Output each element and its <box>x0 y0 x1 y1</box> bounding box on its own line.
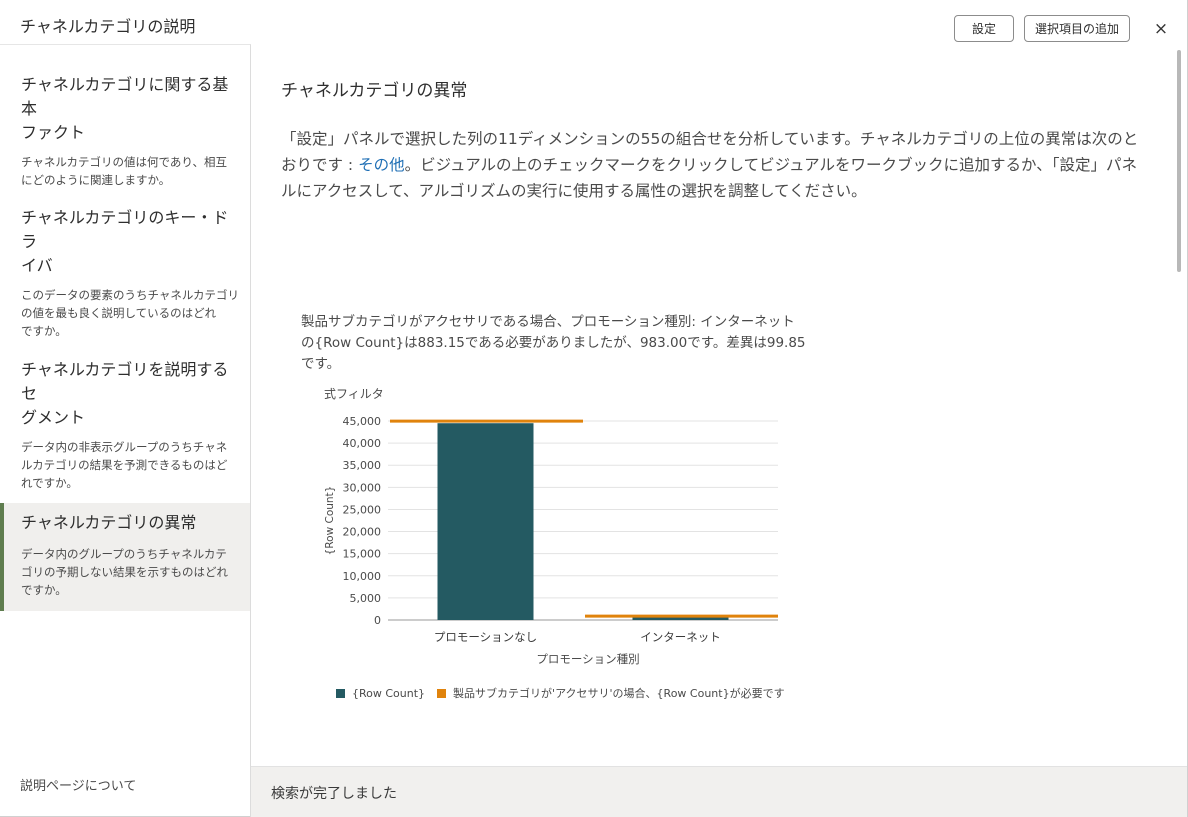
sidebar-item-title-line: チャネルカテゴリの異常 <box>21 513 197 532</box>
sidebar-item-desc-line: ルカテゴリの結果を予測できるものはど <box>21 458 228 472</box>
sidebar-item-description: データ内の非表示グループのうちチャネ ルカテゴリの結果を予測できるものはど れで… <box>21 438 244 492</box>
sidebar-item-description: データ内のグループのうちチャネルカテ ゴリの予期しない結果を示すものはどれ です… <box>21 545 244 599</box>
sidebar-item-title-line: チャネルカテゴリのキー・ドラ <box>21 208 229 251</box>
x-axis-title: プロモーション種別 <box>536 652 639 666</box>
legend-item[interactable]: {Row Count} <box>336 687 425 700</box>
sidebar-item-segments[interactable]: チャネルカテゴリを説明するセ グメント データ内の非表示グループのうちチャネ ル… <box>0 358 250 498</box>
anomaly-bar-chart[interactable]: 0 5,000 10,000 15,000 20,000 25,000 30,000 35,0… <box>300 400 800 675</box>
add-selected-button[interactable]: 選択項目の追加 <box>1024 15 1130 42</box>
legend-swatch <box>437 688 447 698</box>
sidebar-item-title: チャネルカテゴリに関する基本 ファクト <box>21 73 244 145</box>
sidebar-item-title: チャネルカテゴリを説明するセ グメント <box>21 358 244 430</box>
sidebar-item-title-line: グメント <box>21 408 86 427</box>
anomaly-description: 「設定」パネルで選択した列の11ディメンションの55の組合せを分析しています。チ… <box>281 126 1151 204</box>
sidebar-item-desc-line: ですか。 <box>21 583 67 597</box>
page-title: チャネルカテゴリの異常 <box>281 81 468 101</box>
legend-label: {Row Count} <box>352 686 426 700</box>
sidebar-item-description: チャネルカテゴリの値は何であり、相互 にどのように関連しますか。 <box>21 153 244 189</box>
sidebar-item-desc-line: ゴリの予期しない結果を示すものはどれ <box>21 565 228 579</box>
dialog-title: チャネルカテゴリの説明 <box>20 17 196 36</box>
sidebar-item-title-line: チャネルカテゴリを説明するセ <box>21 360 229 403</box>
description-text: 。ビジュアルの上のチェックマークをクリックしてビジュアルをワークブックに追加する… <box>281 156 1137 200</box>
chart-legend: {Row Count} 製品サブカテゴリが'アクセサリ'の場合、{Row Cou… <box>336 685 797 701</box>
sidebar-item-desc-line: の値を最も良く説明しているのはどれ <box>21 306 217 320</box>
y-tick-label: 5,000 <box>350 592 382 605</box>
sidebar-item-title: チャネルカテゴリのキー・ドラ イバ <box>21 206 244 278</box>
settings-button[interactable]: 設定 <box>954 15 1014 42</box>
status-bar: 検索が完了しました <box>251 766 1187 817</box>
legend-swatch <box>336 688 345 698</box>
sidebar-item-title: チャネルカテゴリの異常 <box>21 511 244 535</box>
y-tick-label: 30,000 <box>343 481 382 494</box>
sidebar-item-basic-facts[interactable]: チャネルカテゴリに関する基本 ファクト チャネルカテゴリの値は何であり、相互 に… <box>0 73 250 193</box>
x-tick-label: インターネット <box>640 630 721 644</box>
y-tick-label: 40,000 <box>343 437 382 450</box>
legend-item[interactable]: 製品サブカテゴリが'アクセサリ'の場合、{Row Count}が必要です <box>437 685 785 701</box>
y-tick-label: 10,000 <box>343 570 382 583</box>
close-icon[interactable]: × <box>1151 19 1171 39</box>
dialog-header: チャネルカテゴリの説明 設定 選択項目の追加 × <box>0 0 1188 44</box>
y-axis-title: {Row Count} <box>324 486 336 556</box>
bar <box>437 423 534 620</box>
other-link[interactable]: その他 <box>358 156 405 174</box>
sidebar-item-desc-line: このデータの要素のうちチャネルカテゴリ <box>21 288 240 302</box>
sidebar-item-desc-line: ですか。 <box>21 324 67 338</box>
sidebar-item-desc-line: データ内の非表示グループのうちチャネ <box>21 440 228 454</box>
scrollbar-thumb[interactable] <box>1177 50 1181 272</box>
sidebar-item-title-line: イバ <box>21 256 53 275</box>
x-tick-label: プロモーションなし <box>434 630 537 644</box>
chart-caption: 製品サブカテゴリがアクセサリである場合、プロモーション種別: インターネットの{… <box>301 314 806 372</box>
y-tick-label: 20,000 <box>343 526 382 539</box>
sidebar-item-anomalies[interactable]: チャネルカテゴリの異常 データ内のグループのうちチャネルカテ ゴリの予期しない結… <box>0 503 250 611</box>
sidebar-item-description: このデータの要素のうちチャネルカテゴリ の値を最も良く説明しているのはどれ です… <box>21 286 244 340</box>
y-tick-label: 25,000 <box>343 503 382 516</box>
sidebar-item-desc-line: れですか。 <box>21 476 78 490</box>
sidebar-item-key-drivers[interactable]: チャネルカテゴリのキー・ドラ イバ このデータの要素のうちチャネルカテゴリ の値… <box>0 206 250 346</box>
about-explain-link[interactable]: 説明ページについて <box>20 775 136 794</box>
y-tick-label: 0 <box>374 614 381 627</box>
sidebar-item-desc-line: にどのように関連しますか。 <box>21 173 171 187</box>
sidebar-item-desc-line: チャネルカテゴリの値は何であり、相互 <box>21 155 227 169</box>
sidebar-item-title-line: チャネルカテゴリに関する基本 <box>21 75 229 118</box>
y-tick-label: 45,000 <box>343 415 382 428</box>
sidebar-item-title-line: ファクト <box>21 123 86 142</box>
sidebar-item-desc-line: データ内のグループのうちチャネルカテ <box>21 547 227 561</box>
legend-label: 製品サブカテゴリが'アクセサリ'の場合、{Row Count}が必要です <box>453 687 785 700</box>
y-tick-label: 35,000 <box>343 459 382 472</box>
explain-dialog: チャネルカテゴリの説明 設定 選択項目の追加 × チャネルカテゴリに関する基本 … <box>0 0 1188 817</box>
y-tick-label: 15,000 <box>343 548 382 561</box>
sidebar: チャネルカテゴリに関する基本 ファクト チャネルカテゴリの値は何であり、相互 に… <box>0 44 251 817</box>
status-text: 検索が完了しました <box>271 786 397 802</box>
